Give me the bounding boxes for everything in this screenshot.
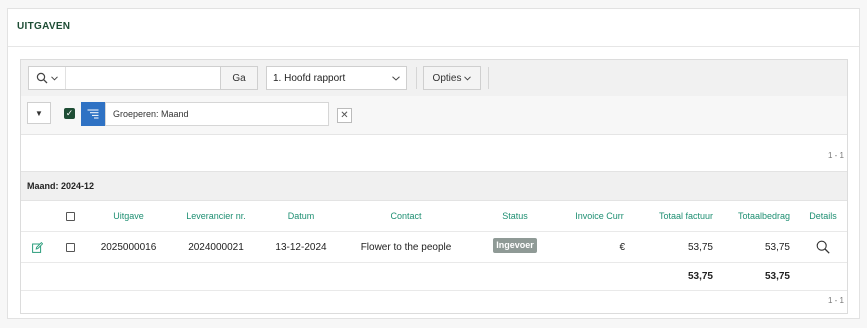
leverancier-cell: 2024000021 bbox=[188, 241, 244, 253]
chevron-down-icon bbox=[51, 75, 58, 81]
column-header-totaalbedrag[interactable]: Totaalbedrag bbox=[713, 201, 790, 231]
filter-enabled-checkbox[interactable]: ✓ bbox=[64, 108, 75, 119]
total-totaal-factuur: 53,75 bbox=[687, 271, 713, 282]
report-region: Ga 1. Hoofd rapport Opties ▼ ✓ Groeperen… bbox=[20, 59, 848, 314]
divider bbox=[8, 46, 859, 47]
panel-title: UITGAVEN bbox=[17, 21, 71, 32]
column-header-totaal-factuur[interactable]: Totaal factuur bbox=[638, 201, 713, 231]
collapse-toggle-button[interactable]: ▼ bbox=[27, 102, 51, 124]
chevron-down-icon bbox=[392, 75, 400, 81]
search-input[interactable] bbox=[65, 67, 221, 89]
totaal-factuur-cell: 53,75 bbox=[687, 241, 713, 253]
options-label: Opties bbox=[432, 72, 462, 84]
group-header: Maand: 2024-12 bbox=[21, 171, 847, 201]
currency-cell: € bbox=[619, 241, 625, 253]
edit-icon[interactable] bbox=[30, 232, 44, 262]
filter-row: ▼ ✓ Groeperen: Maand ✕ bbox=[21, 96, 847, 135]
data-grid: Uitgave Leverancier nr. Datum Contact St… bbox=[21, 201, 847, 291]
column-header-leverancier[interactable]: Leverancier nr. bbox=[176, 201, 256, 231]
search-box: Ga bbox=[28, 66, 258, 90]
chevron-down-icon bbox=[464, 75, 472, 81]
contact-cell: Flower to the people bbox=[360, 241, 452, 253]
pagination-bottom: 1 - 1 bbox=[827, 296, 844, 305]
toolbar: Ga 1. Hoofd rapport Opties bbox=[21, 60, 847, 97]
table-header-row: Uitgave Leverancier nr. Datum Contact St… bbox=[21, 201, 847, 232]
column-header-contact[interactable]: Contact bbox=[346, 201, 466, 231]
magnifier-icon[interactable] bbox=[802, 232, 844, 262]
filter-label[interactable]: Groeperen: Maand bbox=[105, 102, 329, 126]
pagination-top: 1 - 1 bbox=[827, 151, 844, 160]
report-select-value: 1. Hoofd rapport bbox=[273, 72, 346, 84]
options-button[interactable]: Opties bbox=[423, 66, 481, 90]
row-select-checkbox[interactable] bbox=[64, 232, 76, 262]
datum-cell: 13-12-2024 bbox=[275, 241, 327, 253]
filter-lines-icon[interactable] bbox=[81, 102, 105, 126]
column-header-invoice-curr[interactable]: Invoice Curr bbox=[561, 201, 638, 231]
table-row: 2025000016 2024000021 13-12-2024 Flower … bbox=[21, 232, 847, 263]
report-select[interactable]: 1. Hoofd rapport bbox=[266, 66, 407, 90]
expenses-panel: UITGAVEN Ga 1. Hoofd rapport Opties ▼ ✓ … bbox=[7, 8, 860, 319]
total-totaalbedrag: 53,75 bbox=[764, 271, 790, 282]
close-icon[interactable]: ✕ bbox=[337, 108, 352, 123]
uitgave-link[interactable]: 2025000016 bbox=[91, 232, 166, 262]
column-header-status[interactable]: Status bbox=[486, 201, 544, 231]
status-cell: Ingevoer bbox=[486, 232, 544, 262]
toolbar-separator bbox=[416, 67, 417, 89]
go-button[interactable]: Ga bbox=[220, 67, 257, 89]
column-header-uitgave[interactable]: Uitgave bbox=[91, 201, 166, 231]
totals-row: 53,75 53,75 bbox=[21, 263, 847, 291]
column-header-details: Details bbox=[809, 211, 837, 221]
status-badge: Ingevoer bbox=[493, 238, 537, 253]
column-header-datum[interactable]: Datum bbox=[266, 201, 336, 231]
search-scope-button[interactable] bbox=[29, 67, 65, 89]
toolbar-separator bbox=[488, 67, 489, 89]
search-icon bbox=[36, 72, 48, 84]
totaalbedrag-cell: 53,75 bbox=[764, 241, 790, 253]
select-all-checkbox[interactable] bbox=[64, 201, 76, 231]
